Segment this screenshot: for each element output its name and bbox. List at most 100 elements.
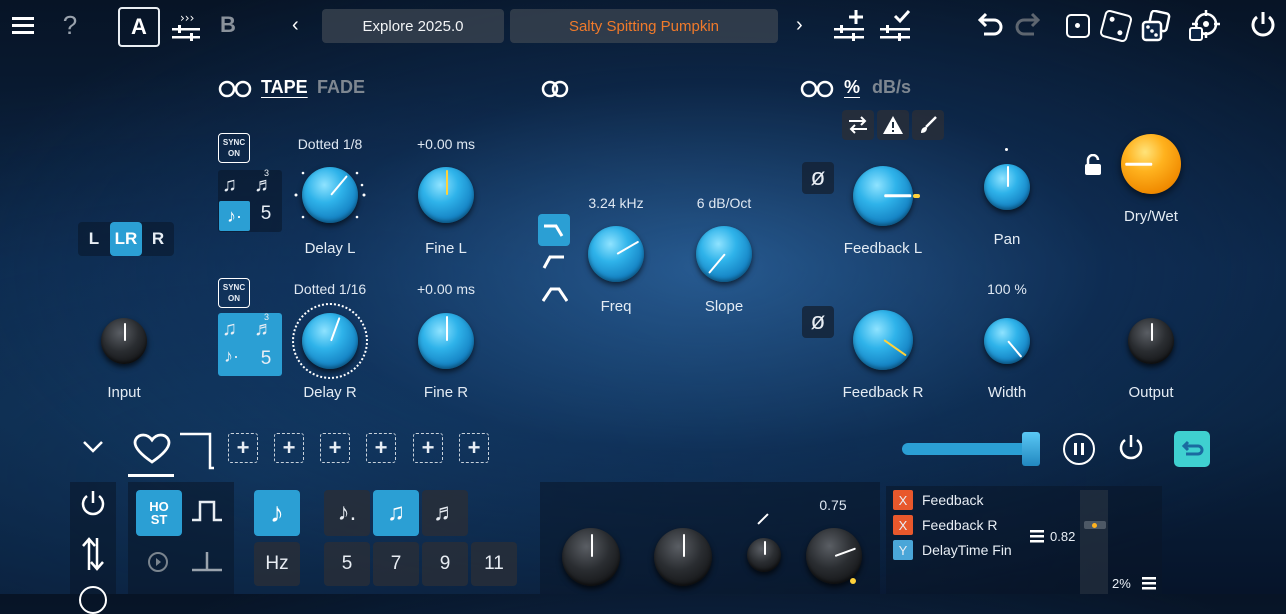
triplet-note-button[interactable]: ♬ [422,490,468,536]
mod-depth-slider-handle[interactable] [1022,432,1040,466]
tuplet-l-value[interactable]: 5 [252,203,280,225]
dotted-l-button[interactable]: ♪· [219,201,250,231]
collapse-chevron-icon[interactable] [82,440,104,459]
channel-l-button[interactable]: L [80,224,108,254]
play-circle-icon[interactable] [148,552,168,572]
power-icon[interactable] [1248,10,1278,40]
output-knob[interactable] [1128,318,1174,364]
add-lfo-1-button[interactable]: + [228,433,258,463]
dice-multi-icon[interactable] [1140,9,1172,42]
link-delay-icon[interactable] [218,80,252,103]
fine-r-knob[interactable] [418,313,474,369]
preset-bank-button[interactable]: Explore 2025.0 [322,9,504,43]
lock-icon[interactable] [1084,153,1102,181]
add-lfo-3-button[interactable]: + [320,433,350,463]
eighth-note-l-icon[interactable]: ♫ [222,174,237,197]
tuplet-7-button[interactable]: 7 [373,542,419,586]
help-icon[interactable]: ? [58,10,82,40]
phase-l-button[interactable]: ø [802,162,834,194]
freq-knob[interactable] [588,226,644,282]
preset-a-button[interactable]: A [118,7,160,47]
link-feedback-icon[interactable] [800,80,834,103]
redo-icon[interactable] [1014,10,1044,40]
preset-name-button[interactable]: Salty Spitting Pumpkin [510,9,778,43]
lfo-power-icon[interactable] [1116,433,1146,468]
preset-b-button[interactable]: B [220,12,236,38]
lfo-heart-icon[interactable] [130,430,174,474]
mod-power-icon[interactable] [79,490,107,523]
tab-fade[interactable]: FADE [317,77,365,98]
randomize-target-icon[interactable] [1188,10,1220,42]
width-knob[interactable] [984,318,1030,364]
mod-depth-slider[interactable] [902,443,1030,455]
preset-prev-button[interactable]: ‹ [292,14,299,37]
tuplet-r-value[interactable]: 5 [252,348,280,370]
mod-knob-4[interactable] [806,528,862,584]
add-preset-icon[interactable] [832,8,866,42]
dotted-note-button[interactable]: ♪. [324,490,370,536]
undo-icon[interactable] [974,10,1004,40]
gate-wave-icon[interactable] [190,498,224,529]
tab-tape[interactable]: TAPE [261,77,308,98]
mod-percent-menu-icon[interactable] [1142,576,1156,595]
sync-r-state: ON [228,294,240,303]
mod-amount-menu-icon[interactable] [1030,529,1044,548]
mod-knob-2[interactable] [654,528,712,586]
add-lfo-6-button[interactable]: + [459,433,489,463]
tuplet-9-button[interactable]: 9 [422,542,468,586]
straight-note-button[interactable]: ♫ [373,490,419,536]
eighth-note-r-icon[interactable]: ♫ [222,318,237,341]
tuplet-5-button[interactable]: 5 [324,542,370,586]
input-knob[interactable] [101,318,147,364]
slope-knob[interactable] [696,226,752,282]
mod-knob-3[interactable] [747,538,781,572]
mod-amount-bar[interactable] [1080,490,1108,594]
dice-two-icon[interactable] [1098,8,1134,44]
brush-icon[interactable] [912,110,944,140]
drywet-knob[interactable] [1121,134,1181,194]
sync-l-button[interactable]: SYNC ON [218,133,250,163]
menu-icon[interactable] [10,12,36,38]
host-sync-button[interactable]: HO ST [136,490,182,536]
tab-dbs[interactable]: dB/s [872,77,911,98]
pan-knob[interactable] [984,164,1030,210]
sort-arrows-icon[interactable] [80,536,106,577]
tuplet-11-button[interactable]: 11 [471,542,517,586]
sync-r-button[interactable]: SYNC ON [218,278,250,308]
dotted-r-icon[interactable]: ♪· [224,346,239,367]
mod-target-1-tag[interactable]: X [893,490,913,510]
dice-one-icon[interactable] [1066,14,1090,38]
delay-r-knob[interactable] [302,313,358,369]
note-rate-button[interactable]: ♪ [254,490,300,536]
triplet-l-icon[interactable]: ♬ 3 [254,168,274,197]
loop-button[interactable] [1174,431,1210,467]
more-circle-icon[interactable] [79,586,107,614]
bandpass-filter-icon[interactable] [541,284,569,309]
highpass-filter-icon[interactable] [542,252,568,277]
channel-lr-button[interactable]: LR [110,222,142,256]
channel-r-button[interactable]: R [144,224,172,254]
preset-next-button[interactable]: › [796,14,803,37]
lowpass-filter-button[interactable] [538,214,570,246]
hz-rate-button[interactable]: Hz [254,542,300,586]
swap-channels-button[interactable] [842,110,874,140]
add-lfo-2-button[interactable]: + [274,433,304,463]
pause-button[interactable] [1063,433,1095,465]
warning-icon[interactable] [877,110,909,140]
mod-target-3-tag[interactable]: Y [893,540,913,560]
add-lfo-5-button[interactable]: + [413,433,443,463]
feedback-l-knob[interactable] [853,166,913,226]
triplet-r-icon[interactable]: ♬ 3 [254,312,274,341]
save-preset-icon[interactable] [878,8,912,42]
mod-target-2-tag[interactable]: X [893,515,913,535]
copy-a-to-b-icon[interactable]: ››› [170,8,202,42]
tab-percent[interactable]: % [844,77,860,98]
lfo-step-icon[interactable] [178,432,216,475]
feedback-r-knob[interactable] [853,310,913,370]
mod-knob-1[interactable] [562,528,620,586]
phase-r-button[interactable]: ø [802,306,834,338]
trigger-wave-icon[interactable] [190,548,224,579]
link-filter-icon[interactable] [541,80,569,103]
add-lfo-4-button[interactable]: + [366,433,396,463]
fine-l-knob[interactable] [418,167,474,223]
